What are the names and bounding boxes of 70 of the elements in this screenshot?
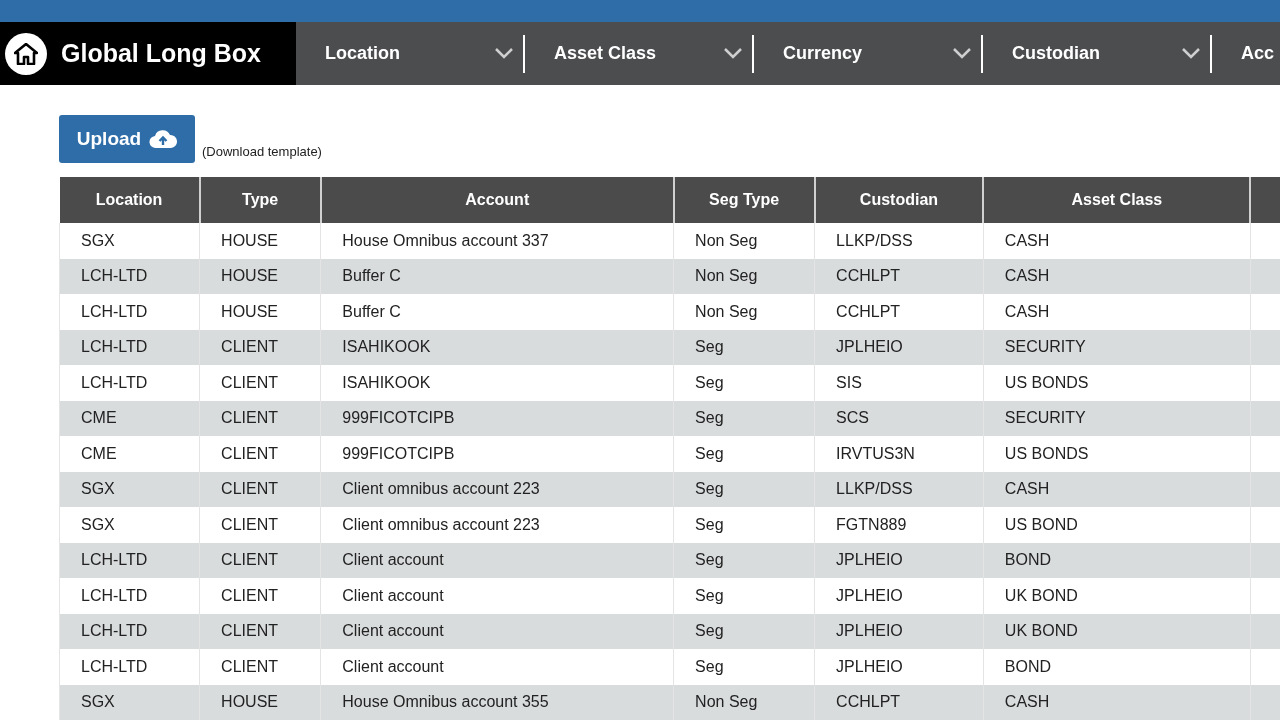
- table-cell: Seg: [673, 436, 815, 472]
- table-cell: HOUSE: [199, 223, 321, 259]
- table-cell: UK BOND: [983, 578, 1251, 614]
- app-title: Global Long Box: [61, 37, 261, 69]
- table-cell: Non Seg: [673, 684, 815, 720]
- table-cell: Seg: [673, 507, 815, 543]
- table-cell: 999FICOTCIPB: [320, 436, 674, 472]
- table-cell: FGTN889: [814, 507, 984, 543]
- table-cell: US BONDS: [983, 436, 1251, 472]
- table-cell: SGX: [59, 507, 200, 543]
- table-cell: Non Seg: [673, 223, 815, 259]
- table-cell: CLIENT: [199, 436, 321, 472]
- filter-dropdown[interactable]: Asset Class: [525, 22, 752, 85]
- table-cell: House Omnibus account 337: [320, 223, 674, 259]
- table-cell: CLIENT: [199, 578, 321, 614]
- cloud-upload-icon: [149, 129, 178, 149]
- table-cell: Seg: [673, 365, 815, 401]
- table-cell: CCHLPT: [814, 684, 984, 720]
- table-cell: Seg: [673, 649, 815, 685]
- table-cell: HOUSE: [199, 294, 321, 330]
- download-template-link[interactable]: (Download template): [202, 141, 322, 161]
- table-cell: CLIENT: [199, 365, 321, 401]
- table-cell: LLKP/DSS: [814, 223, 984, 259]
- upload-button[interactable]: Upload: [59, 115, 195, 163]
- table-cell: Client account: [320, 578, 674, 614]
- home-icon: [14, 42, 38, 65]
- filter-dropdown[interactable]: Currency: [754, 22, 981, 85]
- table-cell: CCHLPT: [814, 294, 984, 330]
- filter-dropdown[interactable]: Acc: [1212, 22, 1280, 85]
- table-cell: CLIENT: [199, 507, 321, 543]
- table-cell: SIS: [814, 365, 984, 401]
- table-cell: SGX: [59, 684, 200, 720]
- column-header[interactable]: Custodian: [814, 177, 984, 223]
- column-header[interactable]: Asset Class: [983, 177, 1251, 223]
- table-cell: LCH-LTD: [59, 578, 200, 614]
- table-cell: SGX: [59, 223, 200, 259]
- filter-dropdown[interactable]: Location: [296, 22, 523, 85]
- chevron-down-icon: [1182, 48, 1200, 59]
- column-header[interactable]: Type: [199, 177, 321, 223]
- table-cell: IRVTUS3N: [814, 436, 984, 472]
- table-cell: LCH-LTD: [59, 365, 200, 401]
- table-cell: CASH: [983, 684, 1251, 720]
- chevron-down-icon: [724, 48, 742, 59]
- home-button[interactable]: [5, 32, 47, 75]
- column-header[interactable]: Seg Type: [673, 177, 815, 223]
- table-cell: JPLHEIO: [814, 649, 984, 685]
- table-cell: Non Seg: [673, 294, 815, 330]
- table-cell: Seg: [673, 578, 815, 614]
- table-cell: US BOND: [983, 507, 1251, 543]
- table-cell: Buffer C: [320, 294, 674, 330]
- table-cell: LCH-LTD: [59, 649, 200, 685]
- table-cell: CLIENT: [199, 649, 321, 685]
- table-cell: HOUSE: [199, 684, 321, 720]
- column-header[interactable]: [1250, 177, 1280, 223]
- column-header[interactable]: Account: [320, 177, 674, 223]
- chevron-down-icon: [495, 48, 513, 59]
- chevron-down-icon: [953, 48, 971, 59]
- table-cell: ISAHIKOOK: [320, 365, 674, 401]
- table-cell: LCH-LTD: [59, 294, 200, 330]
- table-cell: BOND: [983, 649, 1251, 685]
- table-cell: Client omnibus account 223: [320, 507, 674, 543]
- table-cell: CASH: [983, 223, 1251, 259]
- table-cell: CME: [59, 436, 200, 472]
- table-cell: US BONDS: [983, 365, 1251, 401]
- table-cell: Client account: [320, 649, 674, 685]
- table-cell: JPLHEIO: [814, 578, 984, 614]
- column-header[interactable]: Location: [59, 177, 200, 223]
- filter-dropdown[interactable]: Custodian: [983, 22, 1210, 85]
- table-cell: House Omnibus account 355: [320, 684, 674, 720]
- table-cell: CASH: [983, 294, 1251, 330]
